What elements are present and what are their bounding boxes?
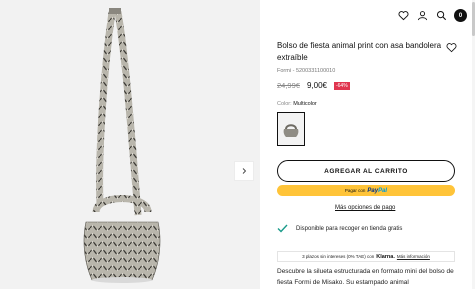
favorite-heart-icon[interactable] xyxy=(446,40,458,53)
cart-count-badge[interactable]: 0 xyxy=(454,9,467,22)
search-icon[interactable] xyxy=(435,10,447,22)
check-icon xyxy=(277,224,288,233)
klarna-banner: 3 plazos sin intereses (0% TAE) con Klar… xyxy=(277,251,455,262)
color-row: Color: Multicolor xyxy=(277,101,317,107)
add-to-cart-button[interactable]: AGREGAR AL CARRITO xyxy=(277,160,455,182)
color-swatch-multicolor[interactable] xyxy=(277,112,305,146)
color-label: Color: xyxy=(277,101,292,107)
price-row: 24,99€ 9,00€ -64% xyxy=(277,81,350,90)
paypal-pay-label: Pagar con xyxy=(344,188,366,193)
pickup-text: Disponible para recoger en tienda gratis xyxy=(296,225,403,232)
klarna-logo: Klarna. xyxy=(376,253,395,260)
product-reference: Formi - 5200331100010 xyxy=(277,68,336,74)
wishlist-heart-icon[interactable] xyxy=(397,10,409,22)
product-image xyxy=(83,8,161,283)
user-icon[interactable] xyxy=(416,10,428,22)
more-payment-options-link[interactable]: Más opciones de pago xyxy=(335,205,395,211)
klarna-text: 3 plazos sin intereses (0% TAE) con xyxy=(302,254,375,259)
discount-badge: -64% xyxy=(333,81,350,90)
paypal-button[interactable]: Pagar con PayPal xyxy=(277,185,455,196)
product-title: Bolso de fiesta animal print con asa ban… xyxy=(277,41,442,62)
store-pickup-info: Disponible para recoger en tienda gratis xyxy=(277,224,402,233)
chevron-right-icon xyxy=(242,168,247,174)
product-gallery xyxy=(0,0,260,289)
product-description: Descubre la silueta estructurada en form… xyxy=(277,268,454,286)
klarna-more-info-link[interactable]: Más información xyxy=(397,254,430,259)
swatch-thumbnail xyxy=(283,124,299,137)
product-panel: 0 Bolso de fiesta animal print con asa b… xyxy=(260,0,475,289)
old-price: 24,99€ xyxy=(277,81,300,90)
paypal-logo: PayPal xyxy=(367,187,388,194)
header-icons: 0 xyxy=(397,9,467,22)
color-value: Multicolor xyxy=(293,101,317,107)
next-image-button[interactable] xyxy=(234,161,254,181)
sale-price: 9,00€ xyxy=(306,81,327,90)
